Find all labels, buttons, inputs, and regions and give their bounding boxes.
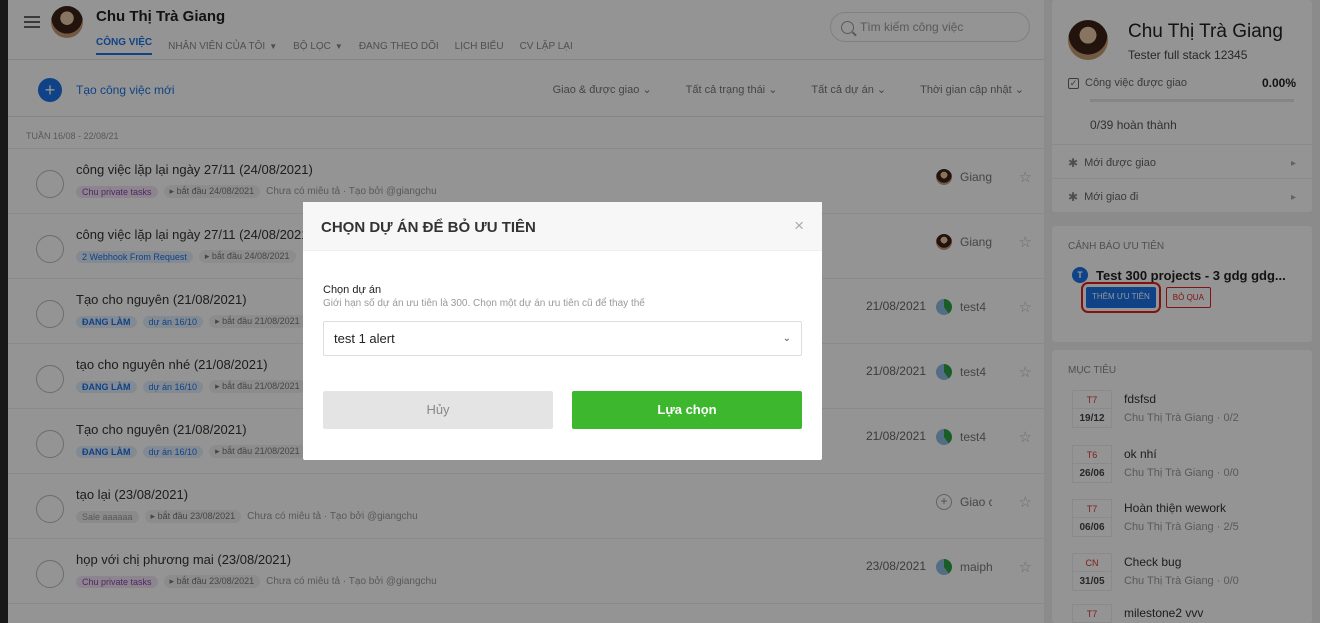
selected-value: test 1 alert bbox=[334, 331, 395, 346]
project-select[interactable]: test 1 alert ⌄ bbox=[323, 321, 802, 356]
field-label: Chọn dự án bbox=[323, 284, 382, 296]
confirm-button[interactable]: Lựa chọn bbox=[572, 391, 802, 429]
dialog-header: CHỌN DỰ ÁN ĐỂ BỎ ƯU TIÊN × bbox=[303, 202, 822, 251]
app: Chu Thị Trà Giang CÔNG VIỆC NHÂN VIÊN CỦ… bbox=[0, 0, 1320, 623]
dialog-title: CHỌN DỰ ÁN ĐỂ BỎ ƯU TIÊN bbox=[321, 219, 536, 236]
chevron-down-icon: ⌄ bbox=[782, 333, 791, 344]
close-icon[interactable]: × bbox=[794, 216, 804, 236]
field-help: Giới hạn số dự án ưu tiên là 300. Chọn m… bbox=[323, 298, 645, 309]
cancel-button[interactable]: Hủy bbox=[323, 391, 553, 429]
priority-dialog: CHỌN DỰ ÁN ĐỂ BỎ ƯU TIÊN × Chọn dự án Gi… bbox=[303, 202, 822, 460]
